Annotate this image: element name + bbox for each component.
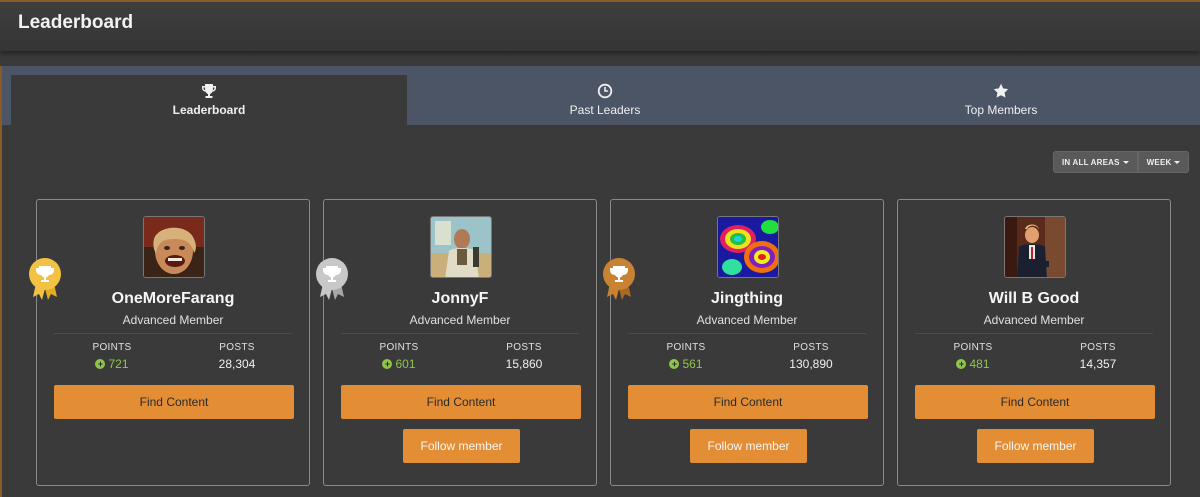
posts-label: POSTS bbox=[793, 342, 829, 353]
plus-circle-icon: + bbox=[382, 359, 393, 369]
divider bbox=[341, 333, 579, 334]
posts-stat: POSTS 130,890 bbox=[751, 342, 871, 371]
points-label: POINTS bbox=[953, 342, 993, 353]
trophy-icon bbox=[202, 84, 216, 98]
points-value: + 481 bbox=[956, 357, 990, 371]
member-name[interactable]: Jingthing bbox=[611, 290, 883, 308]
caret-down-icon bbox=[1174, 160, 1181, 164]
posts-stat: POSTS 28,304 bbox=[177, 342, 297, 371]
clock-icon bbox=[597, 83, 613, 99]
divider bbox=[915, 333, 1153, 334]
star-icon bbox=[993, 83, 1009, 98]
period-filter-label: WEEK bbox=[1146, 157, 1172, 167]
member-name[interactable]: Will B Good bbox=[898, 290, 1170, 308]
silver-badge-icon bbox=[316, 258, 348, 300]
points-value: + 561 bbox=[669, 357, 703, 371]
period-filter-dropdown[interactable]: WEEK bbox=[1137, 151, 1190, 173]
posts-value: 28,304 bbox=[218, 357, 256, 371]
tab-past-leaders[interactable]: Past Leaders bbox=[407, 75, 803, 125]
member-name[interactable]: JonnyF bbox=[324, 290, 596, 308]
divider bbox=[628, 333, 866, 334]
member-photo bbox=[144, 217, 204, 277]
points-value: + 721 bbox=[95, 357, 129, 371]
divider bbox=[54, 333, 292, 334]
points-number: 721 bbox=[108, 357, 129, 371]
avatar[interactable] bbox=[430, 216, 492, 278]
tab-label: Past Leaders bbox=[569, 103, 641, 117]
leaderboard-panel: Leaderboard Past Leaders Top Members IN … bbox=[0, 66, 1200, 497]
plus-circle-icon: + bbox=[956, 359, 967, 369]
posts-label: POSTS bbox=[219, 342, 255, 353]
points-label: POINTS bbox=[379, 342, 419, 353]
caret-down-icon bbox=[1122, 160, 1129, 164]
member-title: Advanced Member bbox=[696, 313, 798, 327]
area-filter-dropdown[interactable]: IN ALL AREAS bbox=[1053, 151, 1138, 173]
follow-member-button[interactable]: Follow member bbox=[403, 429, 520, 463]
find-content-button[interactable]: Find Content bbox=[628, 385, 868, 419]
member-name[interactable]: OneMoreFarang bbox=[37, 290, 309, 308]
points-number: 601 bbox=[395, 357, 416, 371]
area-filter-label: IN ALL AREAS bbox=[1062, 157, 1120, 167]
page-header: Leaderboard bbox=[0, 0, 1200, 51]
posts-label: POSTS bbox=[1080, 342, 1116, 353]
posts-label: POSTS bbox=[506, 342, 542, 353]
find-content-button[interactable]: Find Content bbox=[915, 385, 1155, 419]
member-title: Advanced Member bbox=[409, 313, 511, 327]
page-title: Leaderboard bbox=[18, 12, 134, 33]
filter-group: IN ALL AREAS WEEK bbox=[1053, 151, 1190, 173]
plus-circle-icon: + bbox=[669, 359, 680, 369]
bronze-badge-icon bbox=[603, 258, 635, 300]
tab-bar: Leaderboard Past Leaders Top Members bbox=[2, 66, 1200, 125]
find-content-button[interactable]: Find Content bbox=[341, 385, 581, 419]
member-photo bbox=[431, 217, 491, 277]
tab-leaderboard[interactable]: Leaderboard bbox=[11, 75, 407, 125]
avatar[interactable] bbox=[1004, 216, 1066, 278]
posts-stat: POSTS 15,860 bbox=[464, 342, 584, 371]
member-photo bbox=[718, 217, 778, 277]
find-content-button[interactable]: Find Content bbox=[54, 385, 294, 419]
points-value: + 601 bbox=[382, 357, 416, 371]
member-card: Will B Good Advanced Member POINTS + 481… bbox=[897, 199, 1171, 486]
plus-circle-icon: + bbox=[95, 359, 106, 369]
member-title: Advanced Member bbox=[122, 313, 224, 327]
tab-top-members[interactable]: Top Members bbox=[803, 75, 1199, 125]
posts-value: 130,890 bbox=[789, 357, 833, 371]
member-card: JonnyF Advanced Member POINTS + 601 POST… bbox=[323, 199, 597, 486]
points-stat: POINTS + 561 bbox=[626, 342, 746, 372]
points-number: 561 bbox=[682, 357, 703, 371]
member-card: OneMoreFarang Advanced Member POINTS + 7… bbox=[36, 199, 310, 486]
points-number: 481 bbox=[969, 357, 990, 371]
member-photo bbox=[1005, 217, 1065, 277]
tab-label: Leaderboard bbox=[172, 103, 246, 117]
gold-badge-icon bbox=[29, 258, 61, 300]
posts-value: 15,860 bbox=[505, 357, 543, 371]
avatar[interactable] bbox=[717, 216, 779, 278]
member-card: Jingthing Advanced Member POINTS + 561 P… bbox=[610, 199, 884, 486]
points-stat: POINTS + 721 bbox=[52, 342, 172, 372]
points-label: POINTS bbox=[92, 342, 132, 353]
points-stat: POINTS + 481 bbox=[913, 342, 1033, 372]
points-stat: POINTS + 601 bbox=[339, 342, 459, 372]
tab-label: Top Members bbox=[964, 103, 1038, 117]
follow-member-button[interactable]: Follow member bbox=[690, 429, 807, 463]
member-title: Advanced Member bbox=[983, 313, 1085, 327]
avatar[interactable] bbox=[143, 216, 205, 278]
points-label: POINTS bbox=[666, 342, 706, 353]
follow-member-button[interactable]: Follow member bbox=[977, 429, 1094, 463]
posts-value: 14,357 bbox=[1079, 357, 1117, 371]
posts-stat: POSTS 14,357 bbox=[1038, 342, 1158, 371]
